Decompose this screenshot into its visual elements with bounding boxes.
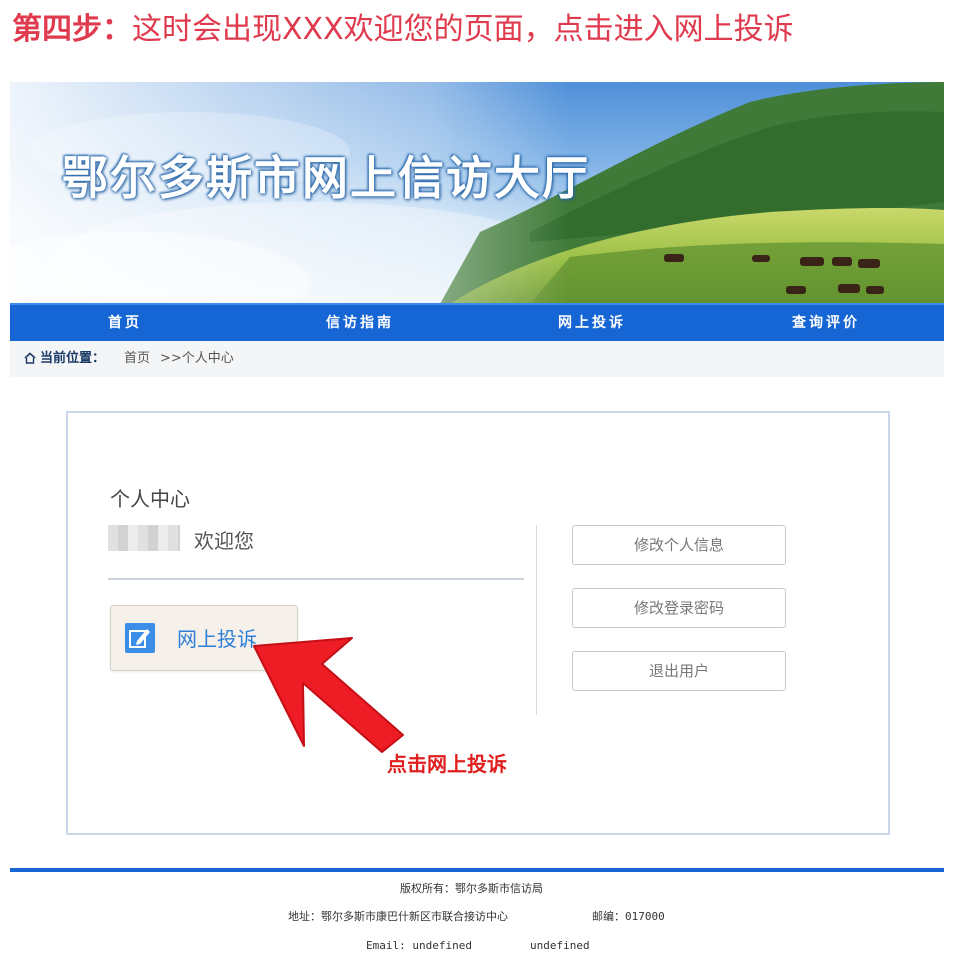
- footer-address: 地址：鄂尔多斯市康巴什新区市联合接访中心: [288, 910, 508, 923]
- step-text: 这时会出现XXX欢迎您的页面，点击进入网上投诉: [132, 12, 794, 47]
- edit-icon: [125, 623, 155, 653]
- username-redacted: [108, 525, 180, 551]
- footer-extra: undefined: [530, 939, 590, 952]
- breadcrumb-label: 当前位置：: [40, 351, 106, 366]
- change-password-button[interactable]: 修改登录密码: [572, 588, 786, 628]
- online-complaint-label: 网上投诉: [177, 627, 257, 651]
- footer-copyright: 版权所有：鄂尔多斯市信访局: [400, 882, 543, 895]
- breadcrumb-current: >>个人中心: [160, 351, 234, 366]
- step-caption: 第四步：这时会出现XXX欢迎您的页面，点击进入网上投诉: [12, 8, 794, 52]
- annotation-text: 点击网上投诉: [387, 752, 507, 776]
- nav-item-complaint[interactable]: 网上投诉: [558, 305, 626, 341]
- nav-item-guide[interactable]: 信访指南: [326, 305, 394, 341]
- footer-postcode: 邮编：017000: [592, 910, 665, 923]
- edit-profile-button[interactable]: 修改个人信息: [572, 525, 786, 565]
- home-icon: [24, 352, 36, 364]
- divider: [108, 578, 524, 580]
- site-banner: 鄂尔多斯市网上信访大厅: [10, 82, 944, 304]
- welcome-text: 欢迎您: [194, 529, 254, 553]
- footer-divider: [10, 868, 944, 872]
- logout-button[interactable]: 退出用户: [572, 651, 786, 691]
- page-title: 个人中心: [110, 487, 190, 511]
- nav-item-home[interactable]: 首页: [108, 305, 142, 341]
- breadcrumb-home-link[interactable]: 首页: [124, 341, 150, 377]
- nav-item-query[interactable]: 查询评价: [792, 305, 860, 341]
- online-complaint-button[interactable]: 网上投诉: [110, 605, 298, 671]
- vertical-divider: [536, 525, 537, 715]
- main-nav: 首页 信访指南 网上投诉 查询评价: [10, 303, 944, 341]
- step-label: 第四步：: [12, 12, 132, 47]
- tutorial-screenshot: 第四步：这时会出现XXX欢迎您的页面，点击进入网上投诉 鄂尔多斯市网上信访大厅 …: [0, 0, 960, 960]
- site-title: 鄂尔多斯市网上信访大厅: [62, 151, 590, 205]
- breadcrumb: 当前位置： 首页 >>个人中心: [10, 341, 944, 377]
- footer-email: Email: undefined: [366, 939, 472, 952]
